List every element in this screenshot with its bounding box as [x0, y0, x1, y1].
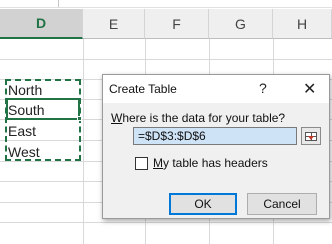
prompt-text: here is the data for your table?	[122, 111, 286, 125]
formula-bar-edge	[0, 0, 332, 8]
column-header-h[interactable]: H	[273, 9, 332, 39]
ok-button[interactable]: OK	[169, 193, 237, 215]
active-cell-outline	[6, 98, 80, 120]
column-header-d[interactable]: D	[0, 9, 83, 39]
collapse-dialog-icon	[305, 131, 317, 141]
column-header-g[interactable]: G	[209, 9, 273, 39]
gridline	[0, 59, 332, 60]
formula-bar-divider	[58, 0, 59, 7]
cancel-button[interactable]: Cancel	[247, 193, 317, 215]
dialog-title: Create Table	[109, 82, 177, 96]
headers-checkbox-label[interactable]: My table has headers	[153, 156, 268, 170]
gridline	[83, 39, 84, 244]
checkbox-text: y table has headers	[163, 156, 268, 170]
headers-checkbox[interactable]	[135, 157, 148, 170]
gridline	[0, 222, 332, 223]
close-icon[interactable]: ✕	[303, 79, 316, 99]
help-icon[interactable]: ?	[259, 80, 267, 96]
collapse-dialog-button[interactable]	[301, 127, 321, 145]
dialog-titlebar[interactable]: Create Table ? ✕	[103, 75, 329, 103]
prompt-mnemonic: W	[111, 111, 123, 125]
fill-handle[interactable]	[77, 116, 82, 121]
create-table-dialog: Create Table ? ✕ Where is the data for y…	[102, 74, 330, 219]
range-prompt-label: Where is the data for your table?	[111, 111, 285, 125]
column-header-f[interactable]: F	[145, 9, 209, 39]
range-input[interactable]	[133, 127, 297, 145]
checkbox-mnemonic: M	[153, 156, 163, 170]
column-header-e[interactable]: E	[83, 9, 145, 39]
selection-marquee	[5, 79, 81, 161]
